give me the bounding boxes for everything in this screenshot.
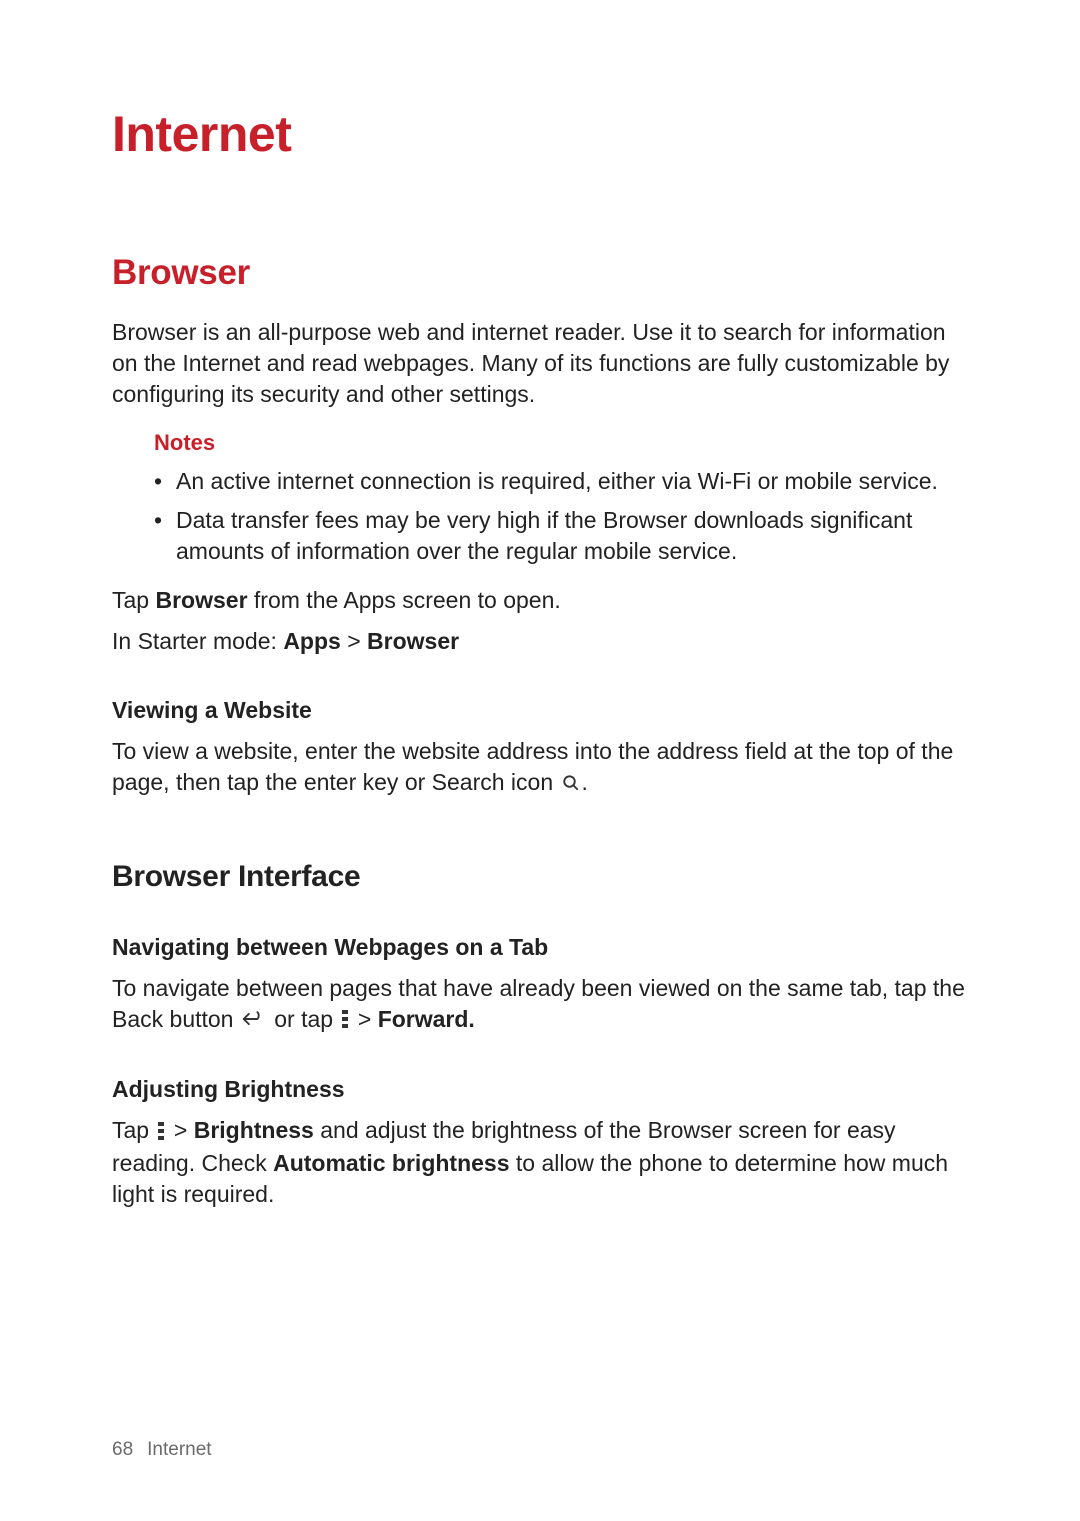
text: To view a website, enter the website add… (112, 738, 953, 795)
text: To navigate between pages that have alre… (112, 975, 965, 1032)
bold-browser: Browser (367, 628, 459, 654)
brightness-text: Tap > Brightness and adjust the brightne… (112, 1115, 968, 1210)
nav-heading: Navigating between Webpages on a Tab (112, 934, 968, 961)
text: . (582, 769, 588, 795)
brightness-heading: Adjusting Brightness (112, 1076, 968, 1103)
chapter-title: Internet (112, 105, 968, 163)
page-footer: 68 Internet (112, 1439, 212, 1461)
text: In Starter mode: (112, 628, 283, 654)
starter-mode-text: In Starter mode: Apps > Browser (112, 626, 968, 657)
nav-text: To navigate between pages that have alre… (112, 973, 968, 1036)
search-icon (562, 769, 580, 800)
browser-intro: Browser is an all-purpose web and intern… (112, 317, 968, 410)
menu-icon (341, 1005, 349, 1036)
text: > (167, 1117, 193, 1143)
page-number: 68 (112, 1439, 133, 1460)
notes-block: Notes An active internet connection is r… (154, 430, 968, 567)
bold-browser: Browser (155, 587, 247, 613)
section-title-interface: Browser Interface (112, 860, 968, 894)
bold-apps: Apps (283, 628, 341, 654)
back-icon (242, 1005, 266, 1036)
note-item: Data transfer fees may be very high if t… (176, 505, 968, 567)
footer-section: Internet (147, 1439, 211, 1460)
text: Tap (112, 1117, 155, 1143)
text: Tap (112, 587, 155, 613)
text: from the Apps screen to open. (248, 587, 561, 613)
tap-browser-text: Tap Browser from the Apps screen to open… (112, 585, 968, 616)
notes-heading: Notes (154, 430, 968, 456)
menu-icon (157, 1117, 165, 1148)
section-title-browser: Browser (112, 253, 968, 293)
text: > (351, 1006, 377, 1032)
text: > (341, 628, 367, 654)
text: or tap (268, 1006, 340, 1032)
bold-brightness: Brightness (194, 1117, 314, 1143)
bold-forward: Forward. (378, 1006, 475, 1032)
bold-auto-brightness: Automatic brightness (273, 1150, 509, 1176)
viewing-heading: Viewing a Website (112, 697, 968, 724)
viewing-text: To view a website, enter the website add… (112, 736, 968, 799)
note-item: An active internet connection is require… (176, 466, 968, 497)
